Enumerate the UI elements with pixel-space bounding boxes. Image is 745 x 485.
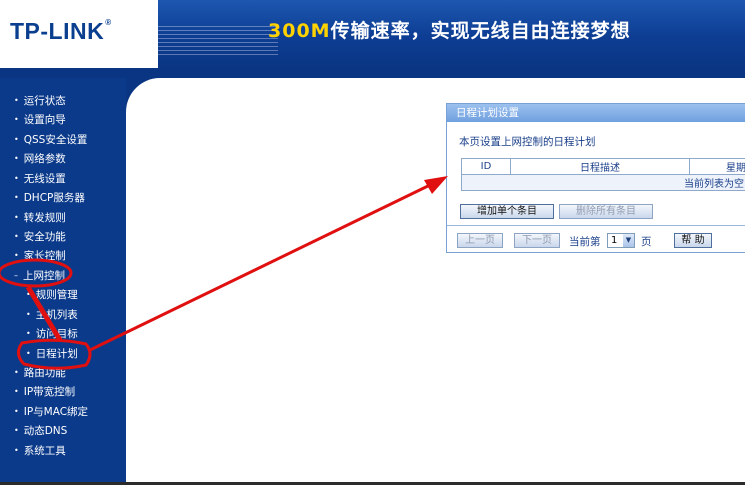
banner-slogan-text: 传输速率，实现无线自由连接梦想 <box>330 20 631 42</box>
panel-description: 本页设置上网控制的日程计划 <box>459 136 596 148</box>
bullet-icon: • <box>14 114 19 124</box>
column-header-weekday: 星期 <box>689 158 745 175</box>
bullet-icon: • <box>14 406 19 416</box>
page-select-value: 1 <box>611 235 618 246</box>
sidebar-subitem-targets[interactable]: • 访问目标 <box>26 325 78 341</box>
bullet-icon: • <box>14 134 19 144</box>
bullet-icon: • <box>26 348 31 358</box>
banner-text: 300M传输速率，实现无线自由连接梦想 <box>268 16 631 43</box>
sidebar-item-status[interactable]: • 运行状态 <box>14 92 66 108</box>
sidebar-item-ip-mac[interactable]: • IP与MAC绑定 <box>14 403 88 419</box>
bullet-icon: • <box>14 367 19 377</box>
bullet-icon: • <box>14 173 19 183</box>
bullet-icon: • <box>14 95 19 105</box>
sidebar-item-security[interactable]: • 安全功能 <box>14 228 66 244</box>
bullet-icon: • <box>14 445 19 455</box>
add-entry-button[interactable]: 增加单个条目 <box>460 204 554 219</box>
bullet-icon: • <box>14 425 19 435</box>
sidebar-subitem-hosts[interactable]: • 主机列表 <box>26 306 78 322</box>
column-header-id: ID <box>461 158 511 175</box>
sidebar-item-ddns[interactable]: • 动态DNS <box>14 422 67 438</box>
schedule-table: ID 日程描述 星期 当前列表为空 <box>461 158 745 191</box>
sidebar-item-bandwidth[interactable]: • IP带宽控制 <box>14 383 75 399</box>
current-page-label: 当前第 <box>569 236 601 248</box>
sidebar-item-dhcp[interactable]: • DHCP服务器 <box>14 189 85 205</box>
panel-title: 日程计划设置 <box>447 104 745 122</box>
bullet-icon: • <box>26 309 31 319</box>
help-button[interactable]: 帮 助 <box>674 233 712 248</box>
sidebar-item-wizard[interactable]: • 设置向导 <box>14 111 66 127</box>
banner-speed-lines <box>158 26 278 56</box>
bullet-icon: • <box>14 231 19 241</box>
banner-slogan: 300M传输速率，实现无线自由连接梦想 <box>158 0 745 68</box>
bullet-icon: • <box>26 328 31 338</box>
chevron-down-icon: ▼ <box>623 234 634 247</box>
bullet-icon: • <box>14 386 19 396</box>
sidebar-item-forwarding[interactable]: • 转发规则 <box>14 209 66 225</box>
bullet-icon: • <box>14 212 19 222</box>
page-select[interactable]: 1 ▼ <box>607 233 635 248</box>
bullet-icon: • <box>14 250 19 260</box>
sidebar-item-wireless[interactable]: • 无线设置 <box>14 170 66 186</box>
sidebar-item-parental[interactable]: • 家长控制 <box>14 247 66 263</box>
next-page-button[interactable]: 下一页 <box>514 233 560 248</box>
sidebar-item-qss[interactable]: • QSS安全设置 <box>14 131 87 147</box>
bullet-icon: • <box>14 192 19 202</box>
bullet-icon: • <box>26 289 31 299</box>
schedule-settings-panel: 日程计划设置 本页设置上网控制的日程计划 ID 日程描述 星期 当前列表为空 增… <box>446 103 745 253</box>
sidebar-subitem-rules[interactable]: • 规则管理 <box>26 286 78 302</box>
sidebar-item-access-control[interactable]: – 上网控制 <box>14 267 65 283</box>
header-strip <box>0 68 745 78</box>
collapse-icon: – <box>14 270 18 280</box>
divider <box>447 225 745 226</box>
tp-link-logo: TP-LINK® <box>10 18 112 44</box>
bullet-icon: • <box>14 153 19 163</box>
page-unit-label: 页 <box>641 236 652 248</box>
column-header-description: 日程描述 <box>510 158 690 175</box>
logo-area: TP-LINK® <box>0 0 158 68</box>
sidebar-item-network[interactable]: • 网络参数 <box>14 150 66 166</box>
delete-all-button[interactable]: 删除所有条目 <box>559 204 653 219</box>
sidebar-item-system-tools[interactable]: • 系统工具 <box>14 442 66 458</box>
sidebar-subitem-schedule[interactable]: • 日程计划 <box>26 345 78 361</box>
table-row: 当前列表为空 <box>461 174 745 191</box>
header-banner: TP-LINK® 300M传输速率，实现无线自由连接梦想 <box>0 0 745 68</box>
sidebar-item-routing[interactable]: • 路由功能 <box>14 364 66 380</box>
empty-list-text: 当前列表为空 <box>461 174 745 191</box>
prev-page-button[interactable]: 上一页 <box>457 233 503 248</box>
table-header-row: ID 日程描述 星期 <box>461 158 745 175</box>
banner-highlight: 300M <box>268 20 331 42</box>
